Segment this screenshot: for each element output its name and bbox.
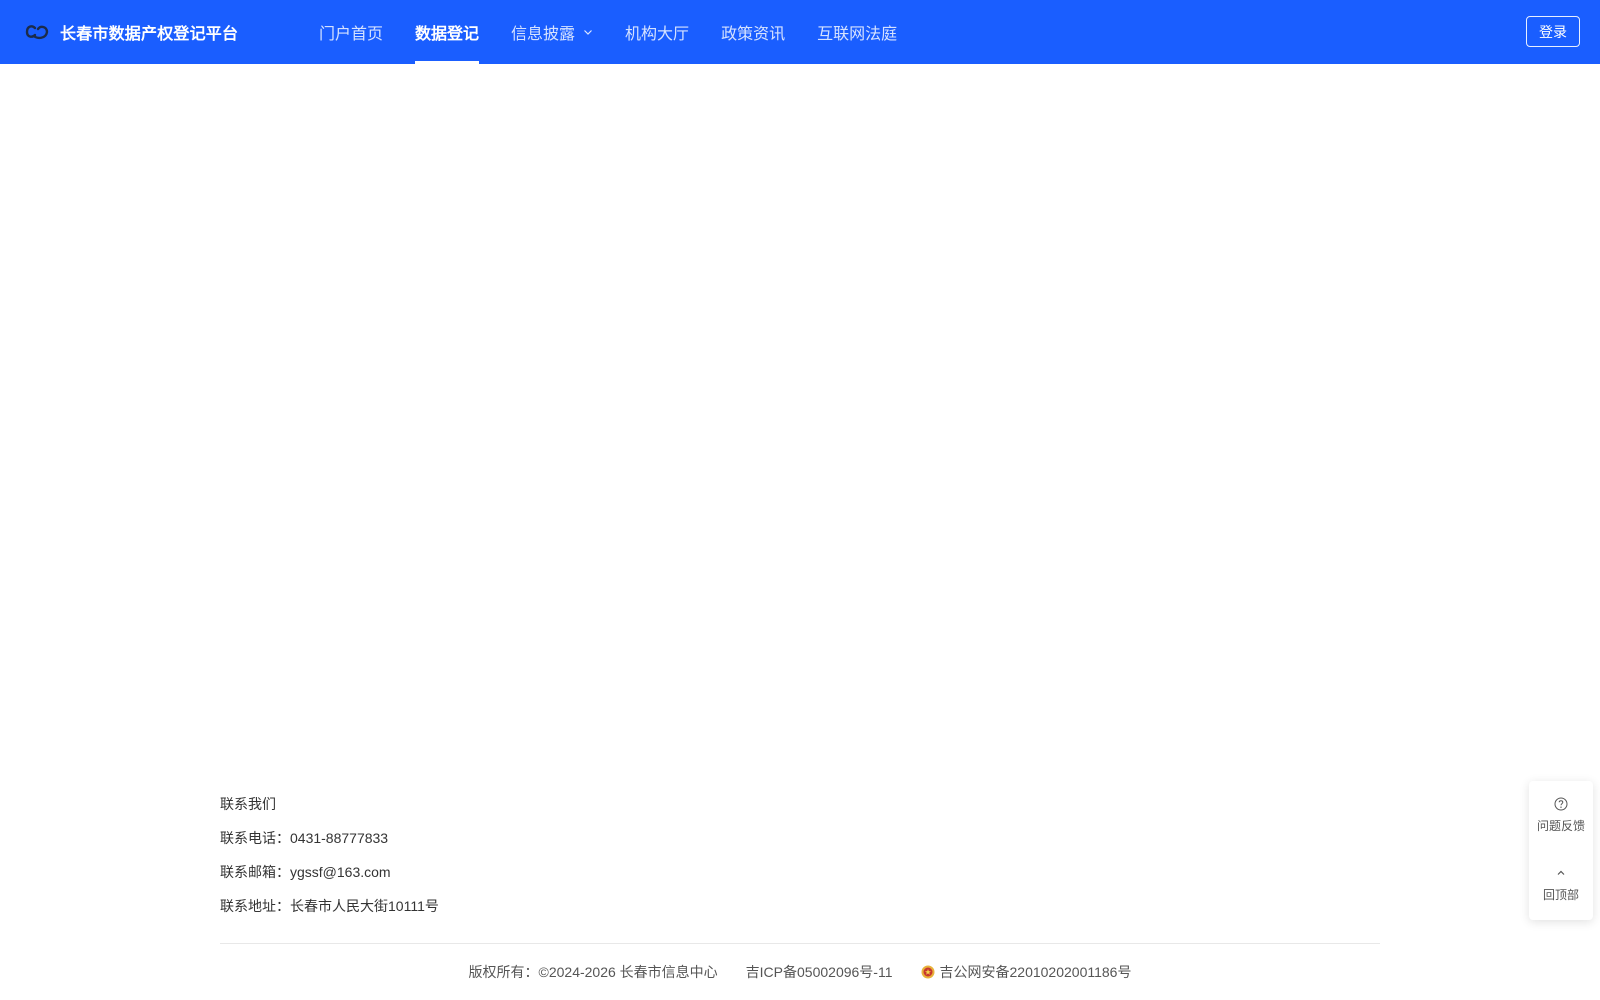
- nav-item-policy-news[interactable]: 政策资讯: [721, 0, 785, 64]
- nav-label: 互联网法庭: [817, 26, 898, 43]
- nav-item-internet-court[interactable]: 互联网法庭: [817, 0, 897, 64]
- nav-label: 数据登记: [415, 26, 480, 43]
- back-to-top-label: 回顶部: [1542, 888, 1579, 902]
- back-to-top-button[interactable]: 回顶部: [1529, 850, 1593, 919]
- contact-address: 联系地址：长春市人民大街10111号: [220, 898, 439, 914]
- nav-item-home[interactable]: 门户首页: [319, 0, 383, 64]
- brand-title: 长春市数据产权登记平台: [60, 26, 239, 43]
- nav-label: 政策资讯: [721, 26, 786, 43]
- floating-toolbar: 问题反馈 回顶部: [1529, 781, 1593, 920]
- feedback-label: 问题反馈: [1536, 819, 1585, 833]
- nav-item-institution-hall[interactable]: 机构大厅: [625, 0, 689, 64]
- copyright-bar: 版权所有：©2024-2026 长春市信息中心 吉ICP备05002096号-1…: [0, 962, 1600, 982]
- main-content: [0, 64, 1600, 764]
- nav-item-data-registration[interactable]: 数据登记: [415, 0, 480, 64]
- police-record-link[interactable]: 吉公网安备22010202001186号: [940, 962, 1132, 982]
- feedback-button[interactable]: 问题反馈: [1529, 781, 1593, 850]
- nav-label: 信息披露: [511, 26, 576, 43]
- nav-label: 机构大厅: [625, 26, 690, 43]
- chevron-down-icon: [584, 30, 592, 35]
- main-nav: 门户首页 数据登记 信息披露 机构大厅 政策资讯 互联网法庭: [319, 0, 929, 64]
- nav-item-disclosure[interactable]: 信息披露: [511, 0, 593, 64]
- footer-divider: [220, 943, 1380, 944]
- contact-phone: 联系电话：0431-88777833: [220, 830, 389, 846]
- contact-section: 联系我们 联系电话：0431-88777833 联系邮箱：ygssf@163.c…: [220, 797, 439, 933]
- police-badge-icon: [921, 965, 934, 979]
- login-button[interactable]: 登录: [1526, 16, 1580, 47]
- question-circle-icon: [1554, 797, 1568, 811]
- link-logo-icon: [25, 25, 49, 40]
- nav-label: 门户首页: [319, 26, 384, 43]
- contact-email: 联系邮箱：ygssf@163.com: [220, 864, 391, 880]
- copyright-text: 版权所有：©2024-2026 长春市信息中心: [468, 964, 718, 980]
- icp-link[interactable]: 吉ICP备05002096号-11: [746, 962, 893, 982]
- brand[interactable]: 长春市数据产权登记平台: [24, 20, 294, 44]
- chevron-up-icon: [1557, 870, 1565, 875]
- contact-title: 联系我们: [220, 796, 276, 812]
- top-navbar: 长春市数据产权登记平台 门户首页 数据登记 信息披露 机构大厅 政策资讯 互联网…: [0, 0, 1600, 64]
